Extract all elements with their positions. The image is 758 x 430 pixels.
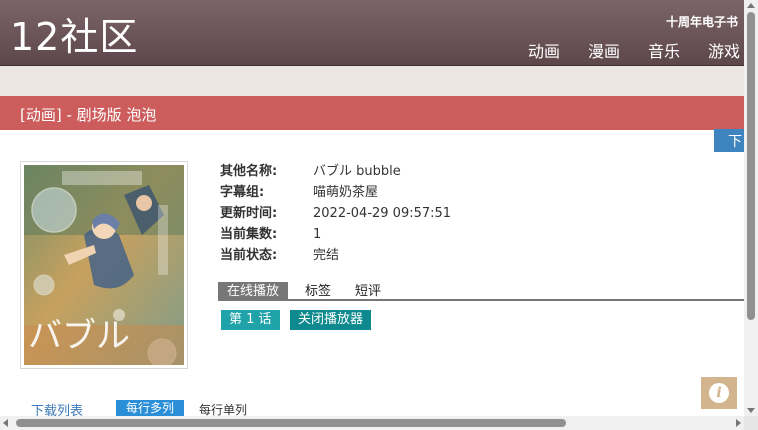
page: 12社区 十周年电子书 动画 漫画 音乐 游戏 [动画] - 剧场版 泡泡 下 (0, 0, 758, 430)
poster-artwork: バブル (24, 165, 184, 365)
scroll-up-arrow-icon[interactable] (747, 3, 755, 8)
info-value: 完结 (313, 248, 340, 263)
svg-text:バブル: バブル (28, 316, 130, 356)
info-label: 其他名称: (220, 164, 278, 179)
vertical-scroll-thumb[interactable] (747, 12, 755, 320)
episode-1-button[interactable]: 第 1 话 (221, 310, 280, 330)
horizontal-scrollbar[interactable] (0, 416, 744, 430)
tab-reviews[interactable]: 短评 (355, 282, 381, 301)
info-label: 当前集数: (220, 227, 278, 242)
close-player-button[interactable]: 关闭播放器 (290, 310, 372, 330)
info-value: 2022-04-29 09:57:51 (313, 206, 452, 221)
title-bar: [动画] - 剧场版 泡泡 (0, 96, 744, 130)
tab-online-play[interactable]: 在线播放 (218, 282, 289, 301)
page-title: [动画] - 剧场版 泡泡 (20, 106, 157, 124)
detail-tabs: 在线播放 标签 短评 (218, 282, 744, 301)
scrollbar-corner (744, 416, 758, 430)
info-fab-button[interactable]: i (701, 377, 737, 409)
scroll-down-arrow-icon[interactable] (747, 408, 755, 413)
vertical-scrollbar[interactable] (744, 0, 758, 416)
anime-info: 其他名称: バブル bubble 字幕组: 喵萌奶茶屋 更新时间: 2022-0… (220, 164, 451, 269)
header-band (0, 66, 744, 96)
info-row-episodes: 当前集数: 1 (220, 227, 451, 248)
info-row-updated: 更新时间: 2022-04-29 09:57:51 (220, 206, 451, 227)
nav-item-games[interactable]: 游戏 (708, 38, 740, 62)
site-logo[interactable]: 12社区 (10, 14, 138, 60)
info-label: 当前状态: (220, 248, 278, 263)
info-label: 更新时间: (220, 206, 278, 221)
info-row-subgroup: 字幕组: 喵萌奶茶屋 (220, 185, 451, 206)
anniversary-ebook-link[interactable]: 十周年电子书 (666, 13, 738, 30)
layout-multi-column-button[interactable]: 每行多列 (116, 400, 185, 416)
site-header: 12社区 十周年电子书 动画 漫画 音乐 游戏 (0, 0, 744, 66)
download-tab[interactable]: 下 (714, 129, 744, 152)
info-value[interactable]: 喵萌奶茶屋 (313, 185, 378, 206)
info-row-alias: 其他名称: バブル bubble (220, 164, 451, 185)
nav-item-anime[interactable]: 动画 (528, 38, 560, 62)
info-icon: i (709, 383, 729, 403)
poster-image: バブル (20, 161, 188, 369)
nav-item-music[interactable]: 音乐 (648, 38, 680, 62)
nav-item-manga[interactable]: 漫画 (588, 38, 620, 62)
tab-tags[interactable]: 标签 (305, 282, 331, 301)
horizontal-scroll-thumb[interactable] (16, 419, 566, 427)
main-nav: 动画 漫画 音乐 游戏 (528, 38, 740, 62)
scroll-left-arrow-icon[interactable] (3, 419, 8, 427)
scroll-right-arrow-icon[interactable] (736, 419, 741, 427)
info-value: バブル bubble (313, 164, 401, 179)
info-row-status: 当前状态: 完结 (220, 248, 451, 269)
info-value: 1 (313, 227, 322, 242)
info-label: 字幕组: (220, 185, 265, 200)
